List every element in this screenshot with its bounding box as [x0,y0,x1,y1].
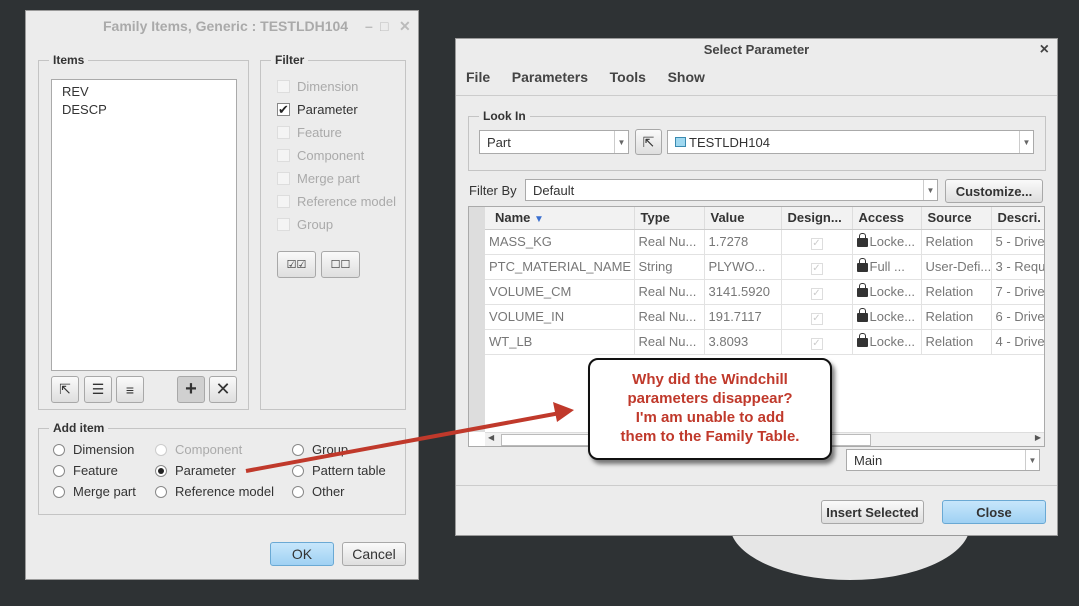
annotation-callout: Why did the Windchill parameters disappea… [588,358,832,460]
annotation-arrow [245,402,574,473]
